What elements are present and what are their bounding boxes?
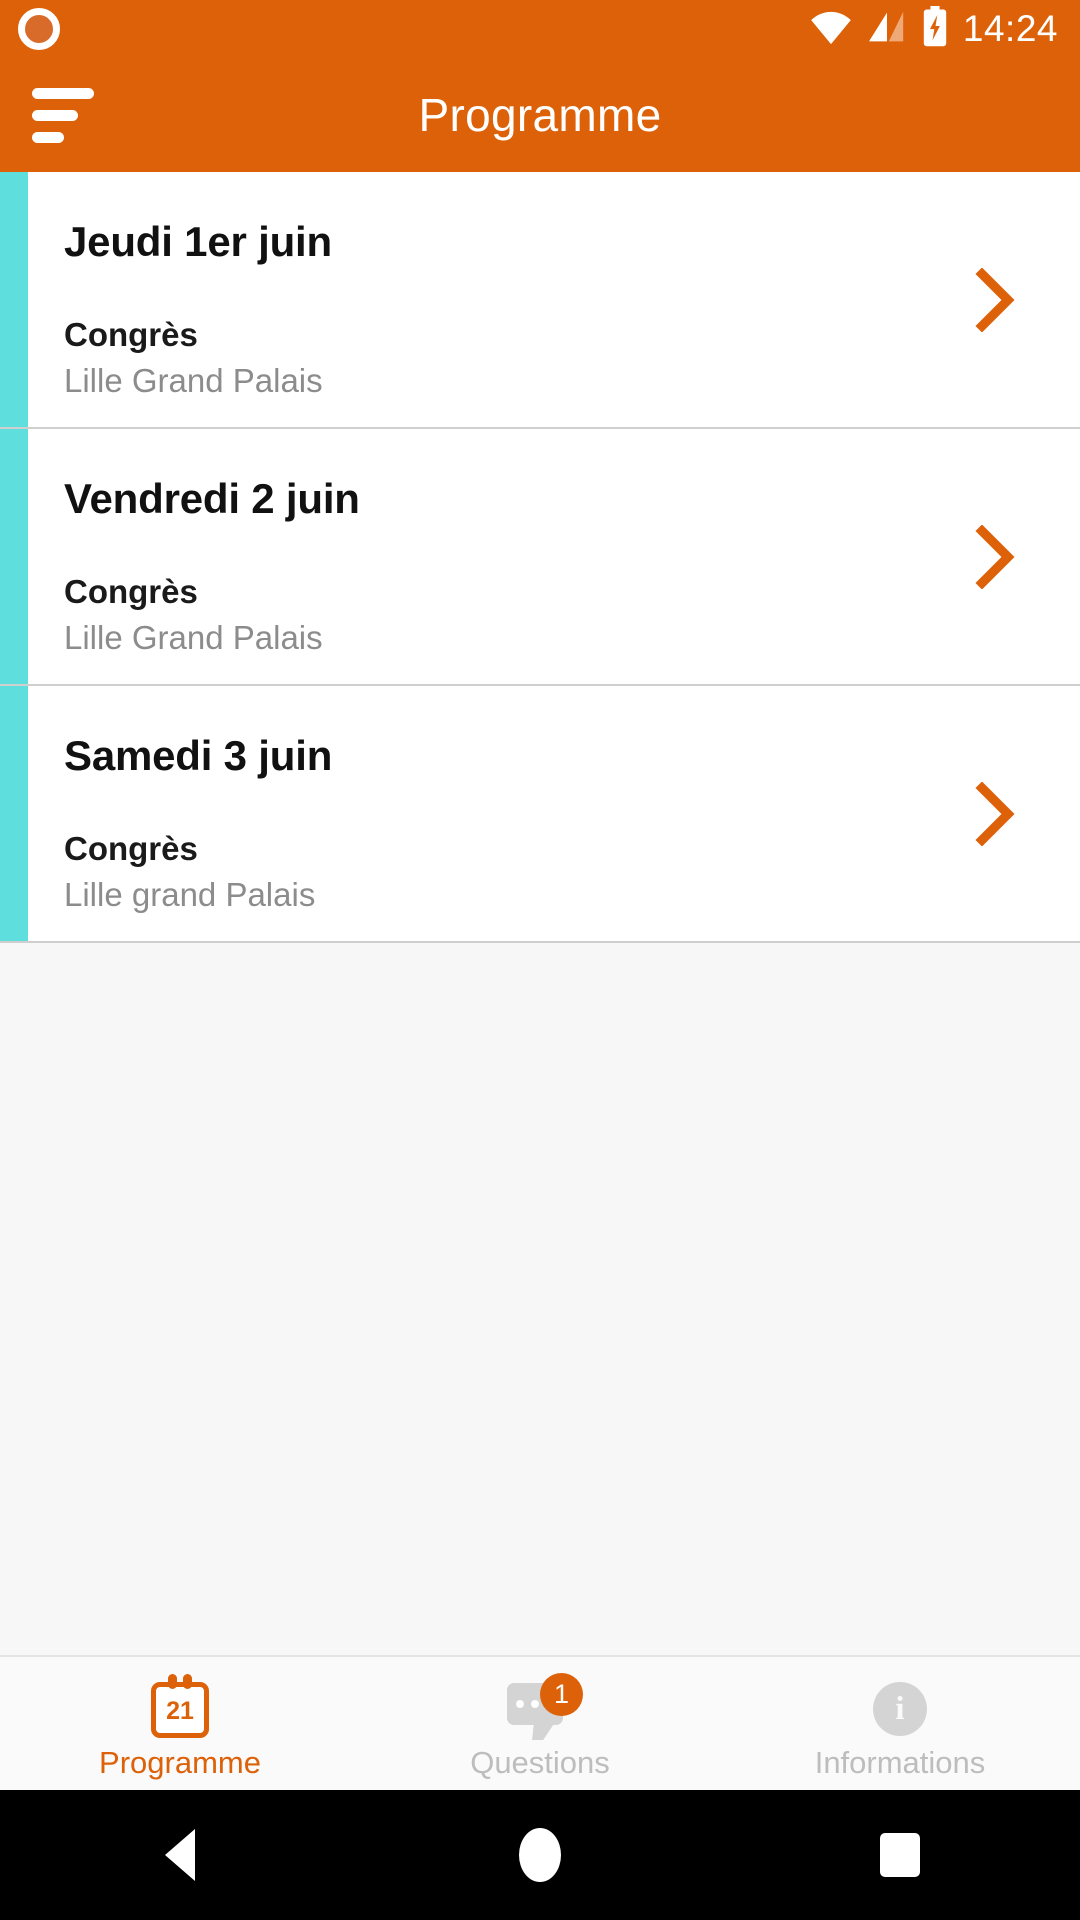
list-item-venue: Lille grand Palais: [64, 876, 316, 914]
chat-dot-1: [516, 1700, 524, 1708]
recents-square-shape: [880, 1833, 920, 1877]
cellular-signal-icon: [867, 9, 907, 50]
list-item-venue: Lille Grand Palais: [64, 362, 323, 400]
info-circle-icon: i: [865, 1675, 935, 1737]
calendar-day-number: 21: [166, 1696, 194, 1725]
accent-stripe: [0, 429, 28, 684]
accent-stripe: [0, 686, 28, 941]
app-root: 14:24 Programme Jeudi 1er juin Congrès L…: [0, 0, 1080, 1920]
calendar-ring-right: [183, 1674, 192, 1689]
info-glyph: i: [873, 1682, 927, 1736]
list-item-date: Vendredi 2 juin: [64, 475, 360, 522]
list-item-venue: Lille Grand Palais: [64, 619, 323, 657]
chevron-right-icon[interactable]: [974, 781, 1018, 846]
list-item-category: Congrès: [64, 830, 198, 868]
calendar-ring-left: [168, 1674, 177, 1689]
list-item[interactable]: Samedi 3 juin Congrès Lille grand Palais: [0, 686, 1080, 943]
list-item-date: Samedi 3 juin: [64, 732, 333, 779]
tab-label-informations: Informations: [814, 1745, 986, 1780]
list-item[interactable]: Jeudi 1er juin Congrès Lille Grand Palai…: [0, 172, 1080, 429]
tab-label-programme: Programme: [99, 1745, 261, 1780]
status-bar: 14:24: [0, 0, 1080, 58]
back-triangle-icon[interactable]: [105, 1790, 255, 1920]
tab-informations[interactable]: i Informations: [720, 1657, 1080, 1790]
android-navigation-bar: [0, 1790, 1080, 1920]
list-item-meta: Congrès Lille Grand Palais: [64, 571, 1080, 660]
menu-bar-3: [32, 131, 64, 143]
accent-stripe: [0, 172, 28, 427]
chat-bubble-icon: 1: [505, 1673, 583, 1737]
list-item-meta: Congrès Lille grand Palais: [64, 828, 1080, 917]
home-circle-icon[interactable]: [465, 1790, 615, 1920]
calendar-icon: 21: [145, 1674, 215, 1738]
home-circle-shape: [519, 1828, 561, 1882]
record-circle-icon: [18, 8, 60, 50]
chevron-right-icon[interactable]: [974, 524, 1018, 589]
tab-label-questions: Questions: [470, 1745, 610, 1780]
list-item-body: Jeudi 1er juin Congrès Lille Grand Palai…: [28, 172, 1080, 427]
page-title: Programme: [418, 89, 662, 141]
chevron-right-icon[interactable]: [974, 267, 1018, 332]
menu-bar-2: [32, 109, 78, 121]
list-item[interactable]: Vendredi 2 juin Congrès Lille Grand Pala…: [0, 429, 1080, 686]
list-item-body: Vendredi 2 juin Congrès Lille Grand Pala…: [28, 429, 1080, 684]
list-item-date: Jeudi 1er juin: [64, 218, 332, 265]
status-bar-left: [18, 8, 60, 50]
status-bar-clock: 14:24: [962, 8, 1058, 49]
content-area: Jeudi 1er juin Congrès Lille Grand Palai…: [0, 172, 1080, 1655]
recents-square-icon[interactable]: [825, 1790, 975, 1920]
wifi-icon: [809, 9, 853, 50]
calendar-body: 21: [151, 1674, 209, 1738]
battery-charging-icon: [921, 5, 949, 53]
app-bar: Programme: [0, 58, 1080, 172]
list-item-body: Samedi 3 juin Congrès Lille grand Palais: [28, 686, 1080, 941]
programme-day-list: Jeudi 1er juin Congrès Lille Grand Palai…: [0, 172, 1080, 943]
list-item-meta: Congrès Lille Grand Palais: [64, 314, 1080, 403]
tab-questions[interactable]: 1 Questions: [360, 1657, 720, 1790]
status-badge: 1: [540, 1673, 583, 1716]
back-triangle-shape: [165, 1829, 195, 1881]
tab-programme[interactable]: 21 Programme: [0, 1657, 360, 1790]
list-item-category: Congrès: [64, 316, 198, 354]
chat-dot-2: [531, 1700, 539, 1708]
hamburger-menu-icon[interactable]: [32, 87, 102, 143]
bottom-tab-bar: 21 Programme 1 Questions i Informations: [0, 1655, 1080, 1790]
status-bar-right: 14:24: [809, 5, 1058, 53]
chat-bubble-wrap: 1: [505, 1673, 583, 1737]
menu-bar-1: [32, 87, 94, 99]
list-item-category: Congrès: [64, 573, 198, 611]
